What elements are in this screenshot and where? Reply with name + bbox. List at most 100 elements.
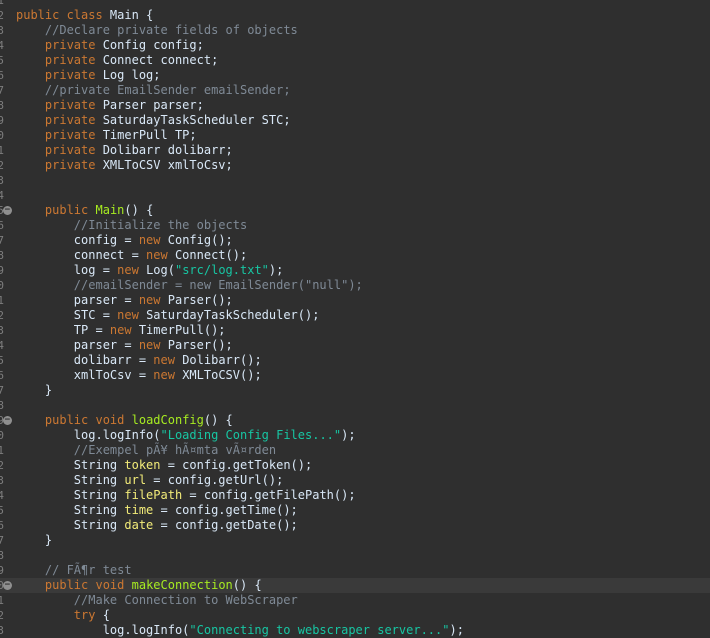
fold-collapse-icon[interactable]: − bbox=[3, 581, 12, 590]
code-token: ); bbox=[449, 623, 464, 637]
code-line[interactable]: 8 bbox=[0, 398, 710, 413]
code-text: xmlToCsv = new XMLToCSV(); bbox=[16, 368, 262, 383]
code-line[interactable]: 9− public void loadConfig() { bbox=[0, 413, 710, 428]
code-token: private bbox=[44, 68, 96, 82]
code-line[interactable]: 2 STC = new SaturdayTaskScheduler(); bbox=[0, 308, 710, 323]
line-number: 0 bbox=[0, 279, 4, 292]
code-line[interactable]: 3 //Declare private fields of objects bbox=[0, 23, 710, 38]
code-editor[interactable]: 1 2 public class Main {3 //Declare private… bbox=[0, 0, 710, 637]
code-text: log = new Log("src/log.txt"); bbox=[16, 263, 284, 278]
code-token: = config.getTime(); bbox=[153, 503, 298, 517]
code-token: new bbox=[109, 323, 132, 337]
code-text: log.logInfo("Loading Config Files..."); bbox=[16, 428, 356, 443]
code-token: Log log; bbox=[95, 68, 161, 82]
code-line[interactable]: 5 private Connect connect; bbox=[0, 53, 710, 68]
code-line[interactable]: 0 private TimerPull TP; bbox=[0, 128, 710, 143]
line-number: 3 bbox=[0, 174, 4, 187]
fold-collapse-icon[interactable]: − bbox=[3, 416, 12, 425]
code-token: } bbox=[16, 383, 53, 397]
line-number: 3 bbox=[0, 324, 4, 337]
code-line[interactable]: 3 String url = config.getUrl(); bbox=[0, 473, 710, 488]
code-line[interactable]: 7 } bbox=[0, 533, 710, 548]
line-number: 7 bbox=[0, 84, 4, 97]
code-line[interactable]: 3 log.logInfo("Connecting to webscraper … bbox=[0, 623, 710, 638]
code-text: TP = new TimerPull(); bbox=[16, 323, 226, 338]
line-number: 4 bbox=[0, 39, 4, 52]
code-token: private bbox=[44, 128, 96, 142]
code-line[interactable]: 4 parser = new Parser(); bbox=[0, 338, 710, 353]
code-line[interactable]: 2 public class Main { bbox=[0, 8, 710, 23]
code-text: //Initialize the objects bbox=[16, 218, 247, 233]
code-line[interactable]: 5 String time = config.getTime(); bbox=[0, 503, 710, 518]
code-token: = config.getFilePath(); bbox=[182, 488, 356, 502]
code-line[interactable]: 1 private Dolibarr dolibarr; bbox=[0, 143, 710, 158]
code-line[interactable]: 5− public Main() { bbox=[0, 203, 710, 218]
line-number: 6 bbox=[0, 69, 4, 82]
code-line[interactable]: 4 bbox=[0, 188, 710, 203]
line-number: 1 bbox=[0, 144, 4, 157]
code-token: xmlToCsv = bbox=[16, 368, 154, 382]
code-line[interactable]: 0− public void makeConnection() { bbox=[0, 578, 710, 593]
code-text: String time = config.getTime(); bbox=[16, 503, 298, 518]
line-number: 3 bbox=[0, 624, 4, 637]
code-line[interactable]: 8 private Parser parser; bbox=[0, 98, 710, 113]
code-token: Main { bbox=[102, 8, 154, 22]
code-line[interactable]: 1 //Make Connection to WebScraper bbox=[0, 593, 710, 608]
code-token: String bbox=[16, 518, 125, 532]
fold-collapse-icon[interactable]: − bbox=[3, 206, 12, 215]
code-line[interactable]: 7 config = new Config(); bbox=[0, 233, 710, 248]
code-text: dolibarr = new Dolibarr(); bbox=[16, 353, 262, 368]
code-token: public bbox=[44, 203, 89, 217]
code-line[interactable]: 1 //Exempel pÃ¥ hÃ¤mta vÃ¤rden bbox=[0, 443, 710, 458]
code-token: parser = bbox=[16, 338, 139, 352]
code-line[interactable]: 2 try { bbox=[0, 608, 710, 623]
code-line[interactable]: 9 log = new Log("src/log.txt"); bbox=[0, 263, 710, 278]
code-token: log = bbox=[16, 263, 118, 277]
code-line[interactable]: 7 //private EmailSender emailSender; bbox=[0, 83, 710, 98]
code-token: Parser(); bbox=[160, 293, 233, 307]
line-number: 1 bbox=[0, 0, 4, 7]
code-token: "Loading Config Files..." bbox=[160, 428, 342, 442]
code-line[interactable]: 7 } bbox=[0, 383, 710, 398]
code-line[interactable]: 4 String filePath = config.getFilePath()… bbox=[0, 488, 710, 503]
code-line[interactable]: 3 TP = new TimerPull(); bbox=[0, 323, 710, 338]
code-line[interactable]: 0 //emailSender = new EmailSender("null"… bbox=[0, 278, 710, 293]
code-line[interactable]: 6 xmlToCsv = new XMLToCSV(); bbox=[0, 368, 710, 383]
code-token: public void bbox=[44, 578, 125, 592]
code-token: String bbox=[16, 458, 125, 472]
code-line[interactable]: 1 bbox=[0, 0, 710, 8]
code-token: new bbox=[138, 338, 161, 352]
code-line[interactable]: 9 private SaturdayTaskScheduler STC; bbox=[0, 113, 710, 128]
code-line[interactable]: 8 connect = new Connect(); bbox=[0, 248, 710, 263]
code-text: parser = new Parser(); bbox=[16, 338, 233, 353]
code-line[interactable]: 8 bbox=[0, 548, 710, 563]
code-line[interactable]: 6 private Log log; bbox=[0, 68, 710, 83]
line-number: 6 bbox=[0, 219, 4, 232]
code-line[interactable]: 9 // FÃ¶r test bbox=[0, 563, 710, 578]
code-line[interactable]: 6 String date = config.getDate(); bbox=[0, 518, 710, 533]
code-line[interactable]: 0 log.logInfo("Loading Config Files...")… bbox=[0, 428, 710, 443]
code-token: TimerPull(); bbox=[131, 323, 226, 337]
line-number: 3 bbox=[0, 474, 4, 487]
code-line[interactable]: 6 //Initialize the objects bbox=[0, 218, 710, 233]
code-line[interactable]: 5 dolibarr = new Dolibarr(); bbox=[0, 353, 710, 368]
code-line[interactable]: 3 bbox=[0, 173, 710, 188]
code-line[interactable]: 1 parser = new Parser(); bbox=[0, 293, 710, 308]
line-number: 4 bbox=[0, 339, 4, 352]
line-number: 6 bbox=[0, 369, 4, 382]
code-line[interactable]: 4 private Config config; bbox=[0, 38, 710, 53]
code-token: loadConfig bbox=[131, 413, 204, 427]
code-token: log.logInfo( bbox=[16, 428, 161, 442]
code-line[interactable]: 2 private XMLToCSV xmlToCsv; bbox=[0, 158, 710, 173]
code-token: "src/log.txt" bbox=[174, 263, 269, 277]
line-number: 2 bbox=[0, 9, 4, 22]
code-line[interactable]: 2 String token = config.getToken(); bbox=[0, 458, 710, 473]
line-number: 5 bbox=[0, 54, 4, 67]
code-text: private TimerPull TP; bbox=[16, 128, 197, 143]
code-token: connect = bbox=[16, 248, 147, 262]
code-token: url bbox=[124, 473, 147, 487]
